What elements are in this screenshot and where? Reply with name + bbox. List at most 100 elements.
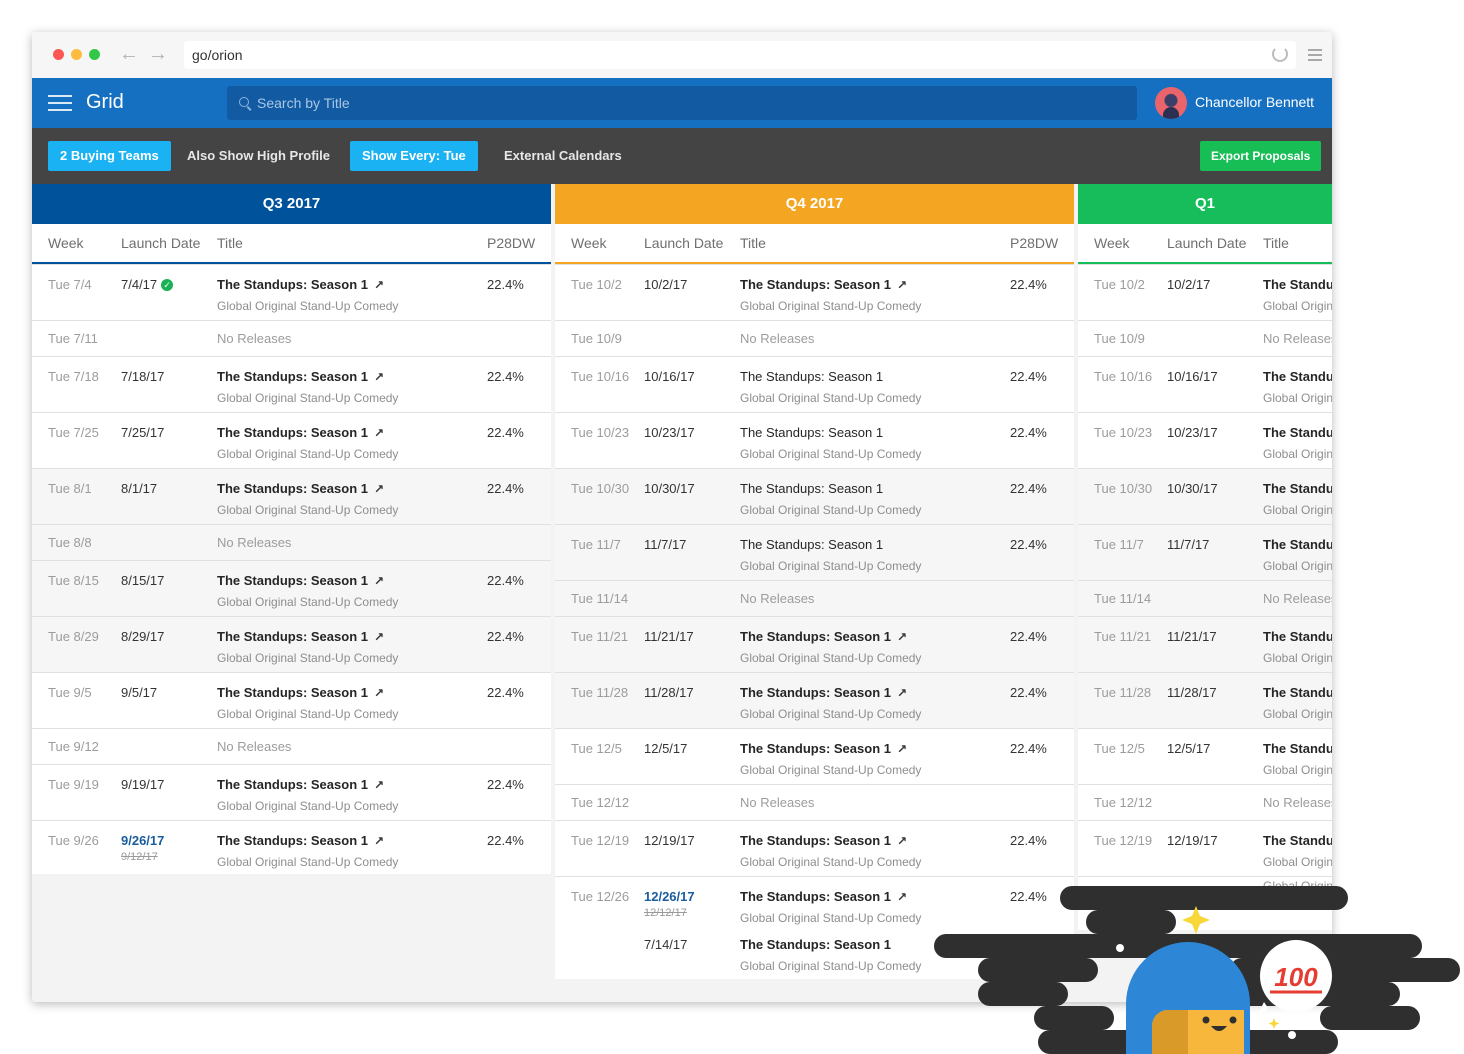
title-link[interactable]: The Standups: Season 1	[1263, 685, 1332, 700]
title-link[interactable]: The Standups: Season 1 ↗	[217, 573, 384, 588]
title-link[interactable]: The Standups: Season 1 ↗	[217, 833, 384, 848]
forward-arrow-icon[interactable]: →	[148, 43, 168, 65]
no-release-row[interactable]: Tue 12/12 No Releases	[555, 784, 1074, 820]
title-link[interactable]: The Standups: Season 1 ↗	[740, 277, 907, 292]
title-link[interactable]: The Standups: Season 1 ↗	[217, 277, 384, 292]
back-arrow-icon[interactable]: ←	[119, 43, 139, 65]
search-input[interactable]: Search by Title	[227, 86, 1137, 120]
table-row[interactable]: Tue 8/15 8/15/17 The Standups: Season 1 ↗ Gl…	[32, 560, 551, 616]
table-row[interactable]: Tue 11/28 11/28/17 The Standups: Season 1 ↗…	[555, 672, 1074, 728]
table-row[interactable]: Tue 9/26 9/26/17 9/12/17 The Standups: Seas…	[32, 820, 551, 874]
title-link[interactable]: The Standups: Season 1	[1263, 629, 1332, 644]
minimize-window-icon[interactable]	[71, 49, 82, 60]
table-row[interactable]: Tue 12/19 12/19/17 The Standups: Season 1 G…	[1078, 820, 1332, 876]
title-link[interactable]: The Standups: Season 1	[740, 537, 883, 552]
title-link[interactable]: The Standups: Season 1 ↗	[217, 425, 384, 440]
title-link[interactable]: The Standups: Season 1	[1263, 369, 1332, 384]
title-link[interactable]: The Standups: Season 1	[1263, 481, 1332, 496]
week-cell: Tue 10/9	[571, 331, 622, 346]
title-link[interactable]: The Standups: Season 1	[740, 937, 891, 952]
title-link[interactable]: The Standups: Season 1 ↗	[217, 685, 384, 700]
title-link[interactable]: The Standups: Season 1 ↗	[217, 481, 384, 496]
no-release-row[interactable]: Tue 12/12 No Releases	[1078, 784, 1332, 820]
title-link[interactable]: The Standups: Season 1	[1263, 833, 1332, 848]
no-release-row[interactable]: Tue 8/8 No Releases	[32, 524, 551, 560]
buying-teams-button[interactable]: 2 Buying Teams	[48, 141, 171, 171]
table-row[interactable]: Tue 11/21 11/21/17 The Standups: Season 1 ↗…	[555, 616, 1074, 672]
table-row[interactable]: Tue 11/21 11/21/17 The Standups: Season 1 G…	[1078, 616, 1332, 672]
title-link[interactable]: The Standups: Season 1 ↗	[740, 889, 907, 904]
title-column-header[interactable]: Title	[740, 235, 766, 251]
table-row[interactable]: Tue 9/5 9/5/17 The Standups: Season 1 ↗ Glob…	[32, 672, 551, 728]
title-link[interactable]: The Standups: Season 1 ↗	[217, 369, 384, 384]
table-row[interactable]: Tue 8/1 8/1/17 The Standups: Season 1 ↗ Glob…	[32, 468, 551, 524]
title-column-header[interactable]: Title	[217, 235, 243, 251]
table-row[interactable]: Tue 12/5 12/5/17 The Standups: Season 1 Glo…	[1078, 728, 1332, 784]
title-link[interactable]: The Standups: Season 1 ↗	[740, 629, 907, 644]
title-link[interactable]: The Standups: Season 1	[740, 369, 883, 384]
high-profile-toggle[interactable]: Also Show High Profile	[175, 141, 342, 171]
title-link[interactable]: The Standups: Season 1	[740, 481, 883, 496]
no-release-row[interactable]: Tue 10/9 No Releases	[555, 320, 1074, 356]
week-column-header[interactable]: Week	[1094, 235, 1130, 251]
avatar[interactable]	[1155, 87, 1187, 119]
title-link[interactable]: The Standups: Season 1 ↗	[740, 833, 907, 848]
table-row[interactable]: Tue 9/19 9/19/17 The Standups: Season 1 ↗ Gl…	[32, 764, 551, 820]
show-every-button[interactable]: Show Every: Tue	[350, 141, 478, 171]
table-row[interactable]: Tue 7/18 7/18/17 The Standups: Season 1 ↗ Gl…	[32, 356, 551, 412]
table-row[interactable]: Tue 7/25 7/25/17 The Standups: Season 1 ↗ Gl…	[32, 412, 551, 468]
user-name[interactable]: Chancellor Bennett	[1195, 94, 1314, 110]
address-bar[interactable]: go/orion	[184, 41, 1296, 69]
no-release-row[interactable]: Tue 10/9 No Releases	[1078, 320, 1332, 356]
export-proposals-button[interactable]: Export Proposals	[1200, 141, 1322, 171]
table-row[interactable]: Tue 12/19 12/19/17 The Standups: Season 1 ↗…	[555, 820, 1074, 876]
launch-date-column-header[interactable]: Launch Date	[644, 235, 723, 251]
week-column-header[interactable]: Week	[48, 235, 84, 251]
table-row[interactable]: Tue 11/7 11/7/17 The Standups: Season 1 Glo…	[1078, 524, 1332, 580]
table-row[interactable]: Tue 12/5 12/5/17 The Standups: Season 1 ↗ Gl…	[555, 728, 1074, 784]
column-headers: Week Launch Date Title P28DW	[32, 224, 551, 264]
title-link[interactable]: The Standups: Season 1	[1263, 425, 1332, 440]
table-row[interactable]: Tue 11/7 11/7/17 The Standups: Season 1 Glo…	[555, 524, 1074, 580]
title-subtitle: Global Original Stand-Up Comedy	[1263, 855, 1332, 869]
table-row[interactable]: Tue 10/2 10/2/17 The Standups: Season 1 ↗ Gl…	[555, 264, 1074, 320]
title-column-header[interactable]: Title	[1263, 235, 1289, 251]
table-row[interactable]: Tue 8/29 8/29/17 The Standups: Season 1 ↗ Gl…	[32, 616, 551, 672]
title-link[interactable]: The Standups: Season 1 ↗	[740, 741, 907, 756]
title-link[interactable]: The Standups: Season 1 ↗	[217, 629, 384, 644]
table-row[interactable]: Tue 10/30 10/30/17 The Standups: Season 1 G…	[1078, 468, 1332, 524]
close-window-icon[interactable]	[53, 49, 64, 60]
no-release-row[interactable]: Tue 11/14 No Releases	[1078, 580, 1332, 616]
title-link[interactable]: The Standups: Season 1	[1263, 277, 1332, 292]
no-release-row[interactable]: Tue 7/11 No Releases	[32, 320, 551, 356]
reload-icon[interactable]	[1272, 46, 1288, 62]
table-row[interactable]: Tue 10/23 10/23/17 The Standups: Season 1 G…	[1078, 412, 1332, 468]
p28dw-column-header[interactable]: P28DW	[487, 235, 535, 251]
week-column-header[interactable]: Week	[571, 235, 607, 251]
launch-date-cell: 10/30/17	[1167, 481, 1218, 496]
trending-up-icon: ↗	[373, 370, 385, 384]
table-row[interactable]: Tue 10/16 10/16/17 The Standups: Season 1 G…	[555, 356, 1074, 412]
table-row[interactable]: Tue 7/4 7/4/17 ✓ The Standups: Season 1 ↗ Glo…	[32, 264, 551, 320]
browser-menu-icon[interactable]	[1308, 49, 1322, 61]
no-release-row[interactable]: Tue 9/12 No Releases	[32, 728, 551, 764]
title-link[interactable]: The Standups: Season 1 ↗	[740, 685, 907, 700]
launch-date-column-header[interactable]: Launch Date	[1167, 235, 1246, 251]
launch-date-column-header[interactable]: Launch Date	[121, 235, 200, 251]
table-row[interactable]: Tue 10/16 10/16/17 The Standups: Season 1 G…	[1078, 356, 1332, 412]
no-release-row[interactable]: Tue 11/14 No Releases	[555, 580, 1074, 616]
launch-date-cell: 11/28/17	[644, 685, 694, 700]
hamburger-menu-icon[interactable]	[48, 95, 72, 112]
title-link[interactable]: The Standups: Season 1 ↗	[217, 777, 384, 792]
table-row[interactable]: Tue 10/2 10/2/17 The Standups: Season 1 Glo…	[1078, 264, 1332, 320]
title-link[interactable]: The Standups: Season 1	[740, 425, 883, 440]
table-row[interactable]: Tue 11/28 11/28/17 The Standups: Season 1 G…	[1078, 672, 1332, 728]
external-calendars-button[interactable]: External Calendars	[492, 141, 634, 171]
p28dw-column-header[interactable]: P28DW	[1010, 235, 1058, 251]
title-link[interactable]: The Standups: Season 1	[1263, 741, 1332, 756]
table-row[interactable]: Tue 10/23 10/23/17 The Standups: Season 1 G…	[555, 412, 1074, 468]
table-row[interactable]: Tue 10/30 10/30/17 The Standups: Season 1 G…	[555, 468, 1074, 524]
title-link[interactable]: The Standups: Season 1	[1263, 537, 1332, 552]
week-cell: Tue 12/19	[1094, 833, 1153, 848]
maximize-window-icon[interactable]	[89, 49, 100, 60]
